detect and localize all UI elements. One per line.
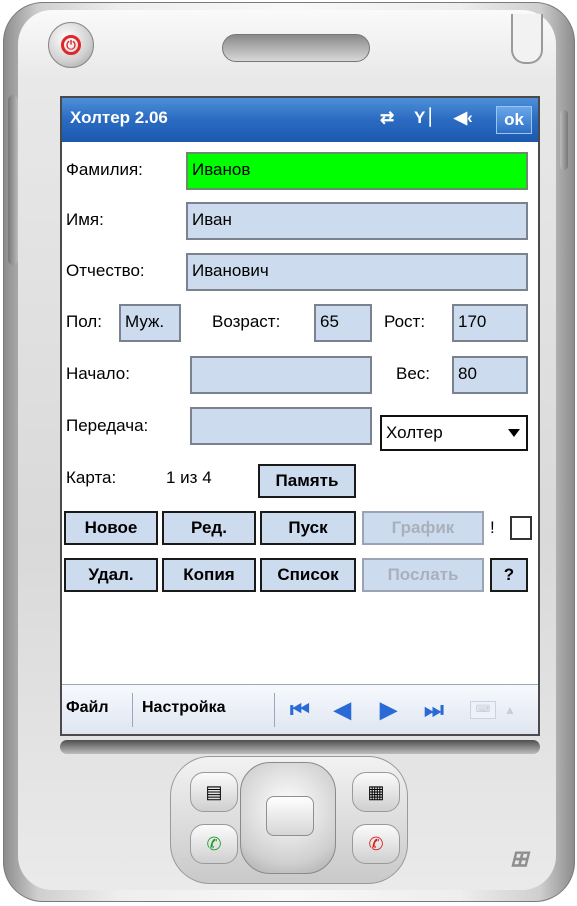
speaker-grille [222, 34, 370, 62]
side-button-right[interactable] [560, 110, 568, 170]
menu-settings[interactable]: Настройка [142, 699, 225, 717]
start-field[interactable] [190, 356, 372, 394]
keyboard-toggle-icon[interactable]: ▲ [504, 703, 516, 717]
dpad-center-button[interactable] [266, 796, 314, 836]
windows-logo-icon: ⊞ [510, 846, 529, 871]
sync-icon[interactable]: ⇄ [380, 108, 394, 128]
new-button[interactable]: Новое [64, 511, 158, 545]
chart-button[interactable]: График [362, 511, 484, 545]
exclaim-label: ! [490, 518, 495, 537]
name-field[interactable]: Иван [186, 202, 528, 240]
last-record-icon[interactable]: ⏭ [424, 697, 444, 723]
end-call-icon[interactable]: ✆ [352, 824, 400, 864]
age-field[interactable]: 65 [314, 304, 372, 342]
weight-label: Вес: [396, 364, 431, 383]
surname-label: Фамилия: [66, 160, 143, 179]
send-button[interactable]: Послать [362, 558, 484, 592]
ok-button[interactable]: ok [496, 106, 532, 134]
next-record-icon[interactable]: ▶ [380, 697, 397, 723]
copy-button[interactable]: Копия [162, 558, 256, 592]
calendar-icon[interactable]: ▤ [190, 772, 238, 812]
checkbox[interactable] [510, 516, 532, 540]
call-icon[interactable]: ✆ [190, 824, 238, 864]
card-counter: 1 из 4 [166, 468, 212, 487]
name-label: Имя: [66, 210, 104, 229]
menu-separator [274, 693, 275, 727]
chin-bar [60, 740, 540, 754]
height-label: Рост: [384, 312, 426, 331]
first-record-icon[interactable]: ⏮ [290, 697, 310, 723]
sex-field[interactable]: Муж. [119, 304, 181, 342]
patronymic-label: Отчество: [66, 261, 145, 280]
volume-icon[interactable]: ◀‹ [454, 108, 473, 128]
delete-button[interactable]: Удал. [64, 558, 158, 592]
contacts-icon[interactable]: ▦ [352, 772, 400, 812]
power-icon: ⏻ [61, 35, 81, 55]
prev-record-icon[interactable]: ◀ [334, 697, 351, 723]
menu-file[interactable]: Файл [66, 699, 109, 717]
memory-button[interactable]: Память [258, 464, 356, 498]
stylus-slot [511, 14, 543, 64]
screen: Холтер 2.06 ⇄ Y⏐ ◀‹ ok Фамилия: Иванов И… [60, 96, 540, 736]
start-button[interactable]: Пуск [260, 511, 356, 545]
device-type-select[interactable]: Холтер [380, 415, 528, 451]
transfer-field[interactable] [190, 407, 372, 445]
list-button[interactable]: Список [260, 558, 356, 592]
keyboard-icon[interactable]: ⌨ [470, 701, 496, 719]
menu-bar: Файл Настройка ⏮ ◀ ▶ ⏭ ⌨ ▲ [62, 684, 538, 734]
side-button-left[interactable] [8, 95, 18, 265]
sex-label: Пол: [66, 312, 102, 331]
title-bar: Холтер 2.06 ⇄ Y⏐ ◀‹ ok [62, 98, 538, 142]
surname-field[interactable]: Иванов [186, 152, 528, 190]
menu-separator [132, 693, 133, 727]
help-button[interactable]: ? [490, 558, 528, 592]
chevron-down-icon [508, 429, 520, 437]
height-field[interactable]: 170 [452, 304, 528, 342]
patronymic-field[interactable]: Иванович [186, 253, 528, 291]
age-label: Возраст: [212, 312, 281, 331]
edit-button[interactable]: Ред. [162, 511, 256, 545]
signal-icon[interactable]: Y⏐ [414, 108, 435, 128]
start-label: Начало: [66, 364, 130, 383]
card-label: Карта: [66, 468, 117, 487]
weight-field[interactable]: 80 [452, 356, 528, 394]
app-title: Холтер 2.06 [70, 108, 168, 127]
device-type-value: Холтер [386, 423, 443, 442]
transfer-label: Передача: [66, 416, 149, 435]
